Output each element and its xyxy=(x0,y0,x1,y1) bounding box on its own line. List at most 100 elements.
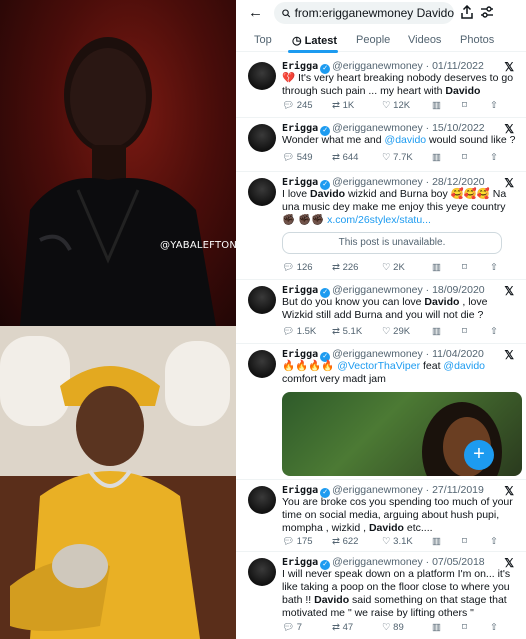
mention-link[interactable]: @VectorThaViper xyxy=(337,360,420,372)
retweet-icon: ⇄ xyxy=(332,262,343,273)
tab-bar: Top ◷ Latest People Videos Photos xyxy=(236,28,526,53)
avatar[interactable] xyxy=(248,178,276,206)
share-icon[interactable]: ⇧ xyxy=(490,326,498,337)
tweet[interactable]: Erigga ✓ @erigganewmoney · 18/09/2020 𝕏 Bu… xyxy=(236,282,526,344)
bookmark-icon[interactable]: ⌑ xyxy=(462,326,467,337)
share-icon[interactable]: ⇧ xyxy=(490,622,498,633)
unavailable-post: This post is unavailable. xyxy=(282,232,502,254)
retweet-icon: ⇄ xyxy=(332,536,343,547)
tab-top[interactable]: Top xyxy=(254,34,272,46)
avatar[interactable] xyxy=(248,124,276,152)
like-button[interactable]: ♡ 2K xyxy=(382,262,405,273)
avatar[interactable] xyxy=(248,486,276,514)
reply-button[interactable]: 💬︎ 549 xyxy=(282,152,313,163)
tweet-date[interactable]: 11/04/2020 xyxy=(432,348,484,360)
views-icon[interactable]: ▥ xyxy=(432,262,441,273)
retweet-button[interactable]: ⇄ 47 xyxy=(332,622,353,633)
author-name[interactable]: Erigga xyxy=(282,349,318,360)
tweet-text: But do you know you can love Davido , lo… xyxy=(282,296,488,321)
reply-button[interactable]: 💬︎ 126 xyxy=(282,262,313,273)
retweet-button[interactable]: ⇄ 622 xyxy=(332,536,358,547)
retweet-icon: ⇄ xyxy=(332,622,343,633)
reply-button[interactable]: 💬︎ 245 xyxy=(282,100,313,111)
tweet[interactable]: Erigga ✓ @erigganewmoney · 27/11/2019 𝕏 Yo… xyxy=(236,482,526,552)
tweet[interactable]: Erigga ✓ @erigganewmoney · 01/11/2022 𝕏 💔 … xyxy=(236,58,526,118)
tweet-date[interactable]: 01/11/2022 xyxy=(432,60,484,72)
tab-latest[interactable]: ◷ Latest xyxy=(292,34,337,47)
like-button[interactable]: ♡ 29K xyxy=(382,326,410,337)
author-handle: @erigganewmoney xyxy=(332,484,423,496)
tweet-actions: 💬︎ 175 ⇄ 622 ♡ 3.1K ▥ ⌑ ⇧ xyxy=(282,536,518,550)
tweet-text: 🔥🔥🔥🔥 @VectorThaViper feat @davido comfor… xyxy=(282,360,486,385)
author-name[interactable]: Erigga xyxy=(282,557,318,568)
reply-button[interactable]: 💬︎ 7 xyxy=(282,622,302,633)
x-search-results: ← from:erigganewmoney Davido Top ◷ Lates… xyxy=(236,0,526,639)
compose-post-button[interactable]: + xyxy=(464,440,494,470)
share-icon[interactable]: ⇧ xyxy=(490,536,498,547)
link[interactable]: x.com/26stylex/statu... xyxy=(327,214,431,226)
bookmark-icon[interactable]: ⌑ xyxy=(462,262,467,273)
reply-icon: 💬︎ xyxy=(282,262,297,273)
reply-icon: 💬︎ xyxy=(282,326,297,337)
back-arrow-icon[interactable]: ← xyxy=(248,4,263,21)
tweet-date[interactable]: 28/12/2020 xyxy=(432,176,485,188)
like-icon: ♡ xyxy=(382,536,394,547)
views-icon[interactable]: ▥ xyxy=(432,622,441,633)
avatar[interactable] xyxy=(248,558,276,586)
tweet[interactable]: Erigga ✓ @erigganewmoney · 07/05/2018 𝕏 I … xyxy=(236,554,526,639)
filter-icon[interactable] xyxy=(480,5,494,19)
mention-link[interactable]: @davido xyxy=(443,360,485,372)
avatar[interactable] xyxy=(248,286,276,314)
like-button[interactable]: ♡ 7.7K xyxy=(382,152,413,163)
retweet-button[interactable]: ⇄ 5.1K xyxy=(332,326,362,337)
bookmark-icon[interactable]: ⌑ xyxy=(462,622,467,633)
avatar[interactable] xyxy=(248,350,276,378)
author-name[interactable]: Erigga xyxy=(282,123,318,134)
author-name[interactable]: Erigga xyxy=(282,177,318,188)
portrait-illustration xyxy=(20,37,216,326)
views-icon[interactable]: ▥ xyxy=(432,326,441,337)
share-icon[interactable]: ⇧ xyxy=(490,100,498,111)
tweet[interactable]: Erigga ✓ @erigganewmoney · 15/10/2022 𝕏 Wo… xyxy=(236,120,526,172)
bookmark-icon[interactable]: ⌑ xyxy=(462,152,467,163)
tweet[interactable]: Erigga ✓ @erigganewmoney · 28/12/2020 𝕏 I … xyxy=(236,174,526,280)
author-name[interactable]: Erigga xyxy=(282,485,318,496)
tweet-date[interactable]: 15/10/2022 xyxy=(432,122,485,134)
retweet-icon: ⇄ xyxy=(332,100,343,111)
share-icon[interactable]: ⇧ xyxy=(490,152,498,163)
mention-link[interactable]: @davido xyxy=(385,134,427,146)
views-icon[interactable]: ▥ xyxy=(432,152,441,163)
tweet-text: 💔 It's very heart breaking nobody deserv… xyxy=(282,72,514,97)
clock-icon: ◷ xyxy=(292,35,305,47)
bookmark-icon[interactable]: ⌑ xyxy=(462,100,467,111)
search-input[interactable]: from:erigganewmoney Davido xyxy=(274,2,454,24)
tab-people[interactable]: People xyxy=(356,34,390,46)
tweet-date[interactable]: 07/05/2018 xyxy=(432,556,485,568)
like-button[interactable]: ♡ 12K xyxy=(382,100,410,111)
retweet-button[interactable]: ⇄ 226 xyxy=(332,262,358,273)
share-icon[interactable]: ⇧ xyxy=(490,262,498,273)
bookmark-icon[interactable]: ⌑ xyxy=(462,536,467,547)
avatar[interactable] xyxy=(248,62,276,90)
tab-videos[interactable]: Videos xyxy=(408,34,441,46)
like-icon: ♡ xyxy=(382,262,394,273)
author-name[interactable]: Erigga xyxy=(282,61,318,72)
retweet-button[interactable]: ⇄ 1K xyxy=(332,100,354,111)
author-name[interactable]: Erigga xyxy=(282,285,318,296)
views-icon[interactable]: ▥ xyxy=(432,100,441,111)
views-icon[interactable]: ▥ xyxy=(432,536,441,547)
tab-photos[interactable]: Photos xyxy=(460,34,494,46)
photo-collage: @YABALEFTONLINE xyxy=(0,0,260,639)
tweet-date[interactable]: 18/09/2020 xyxy=(432,284,485,296)
share-icon[interactable] xyxy=(460,5,474,19)
retweet-button[interactable]: ⇄ 644 xyxy=(332,152,358,163)
tweet-actions: 💬︎ 1.5K ⇄ 5.1K ♡ 29K ▥ ⌑ ⇧ xyxy=(282,326,518,340)
tweet-actions: 💬︎ 7 ⇄ 47 ♡ 89 ▥ ⌑ ⇧ xyxy=(282,622,518,636)
plus-icon: + xyxy=(473,443,485,465)
reply-button[interactable]: 💬︎ 175 xyxy=(282,536,313,547)
reply-button[interactable]: 💬︎ 1.5K xyxy=(282,326,316,337)
tweet-date[interactable]: 27/11/2019 xyxy=(432,484,484,496)
like-button[interactable]: ♡ 89 xyxy=(382,622,404,633)
like-button[interactable]: ♡ 3.1K xyxy=(382,536,413,547)
photo-davido xyxy=(0,326,236,639)
